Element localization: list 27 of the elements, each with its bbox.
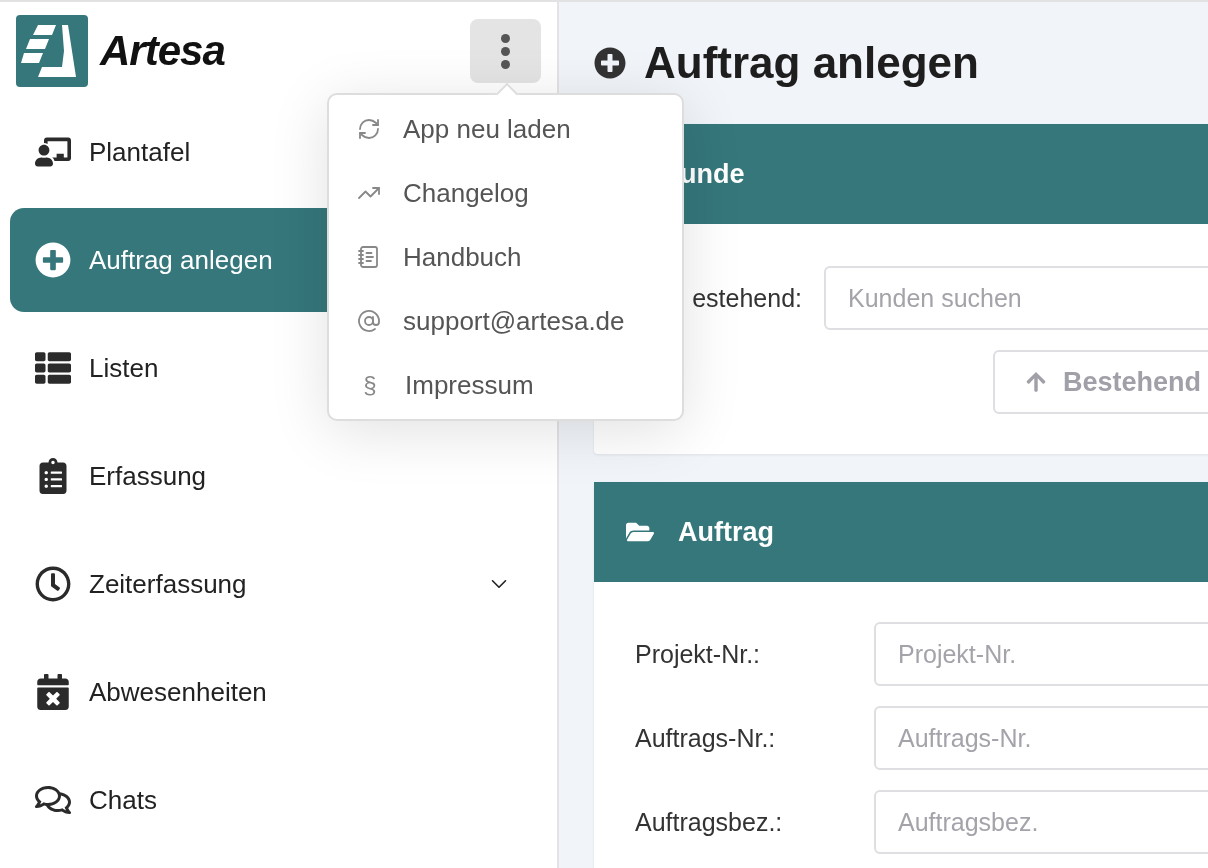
input-field[interactable]: Projekt-Nr. [874,622,1208,686]
notebook-icon [357,245,381,269]
page-title: Auftrag anlegen [644,38,979,88]
brand-name: Artesa [100,27,225,75]
customer-search-field[interactable]: Kunden suchen [824,266,1208,330]
list-icon [35,350,71,386]
menu-item[interactable]: App neu laden [329,97,682,161]
at-sign-icon [357,309,381,333]
sidebar-item[interactable]: Erfassung [10,424,548,528]
refresh-icon [357,117,381,141]
field-label: Auftrags-Nr.: [635,723,777,753]
section-sign: § [362,371,378,399]
sidebar-item[interactable]: Chats [10,748,548,852]
menu-item[interactable]: § Impressum [329,353,682,417]
logo-icon [16,15,88,87]
field-label: Projekt-Nr.: [635,639,762,669]
input-field[interactable]: Auftragsbez. [874,790,1208,854]
field-label: estehend: [691,283,802,313]
card-title: Auftrag [678,516,774,548]
sidebar-item[interactable]: Zeiterfassung [10,532,548,636]
more-button[interactable] [470,19,541,83]
field-label: Auftragsbez.: [635,807,784,837]
clock-icon [35,566,71,602]
sidebar-item[interactable]: Abwesenheiten [10,640,548,744]
calendar-x-icon [35,674,71,710]
arrow-up-icon [1025,371,1047,393]
input-field[interactable]: Auftrags-Nr. [874,706,1208,770]
